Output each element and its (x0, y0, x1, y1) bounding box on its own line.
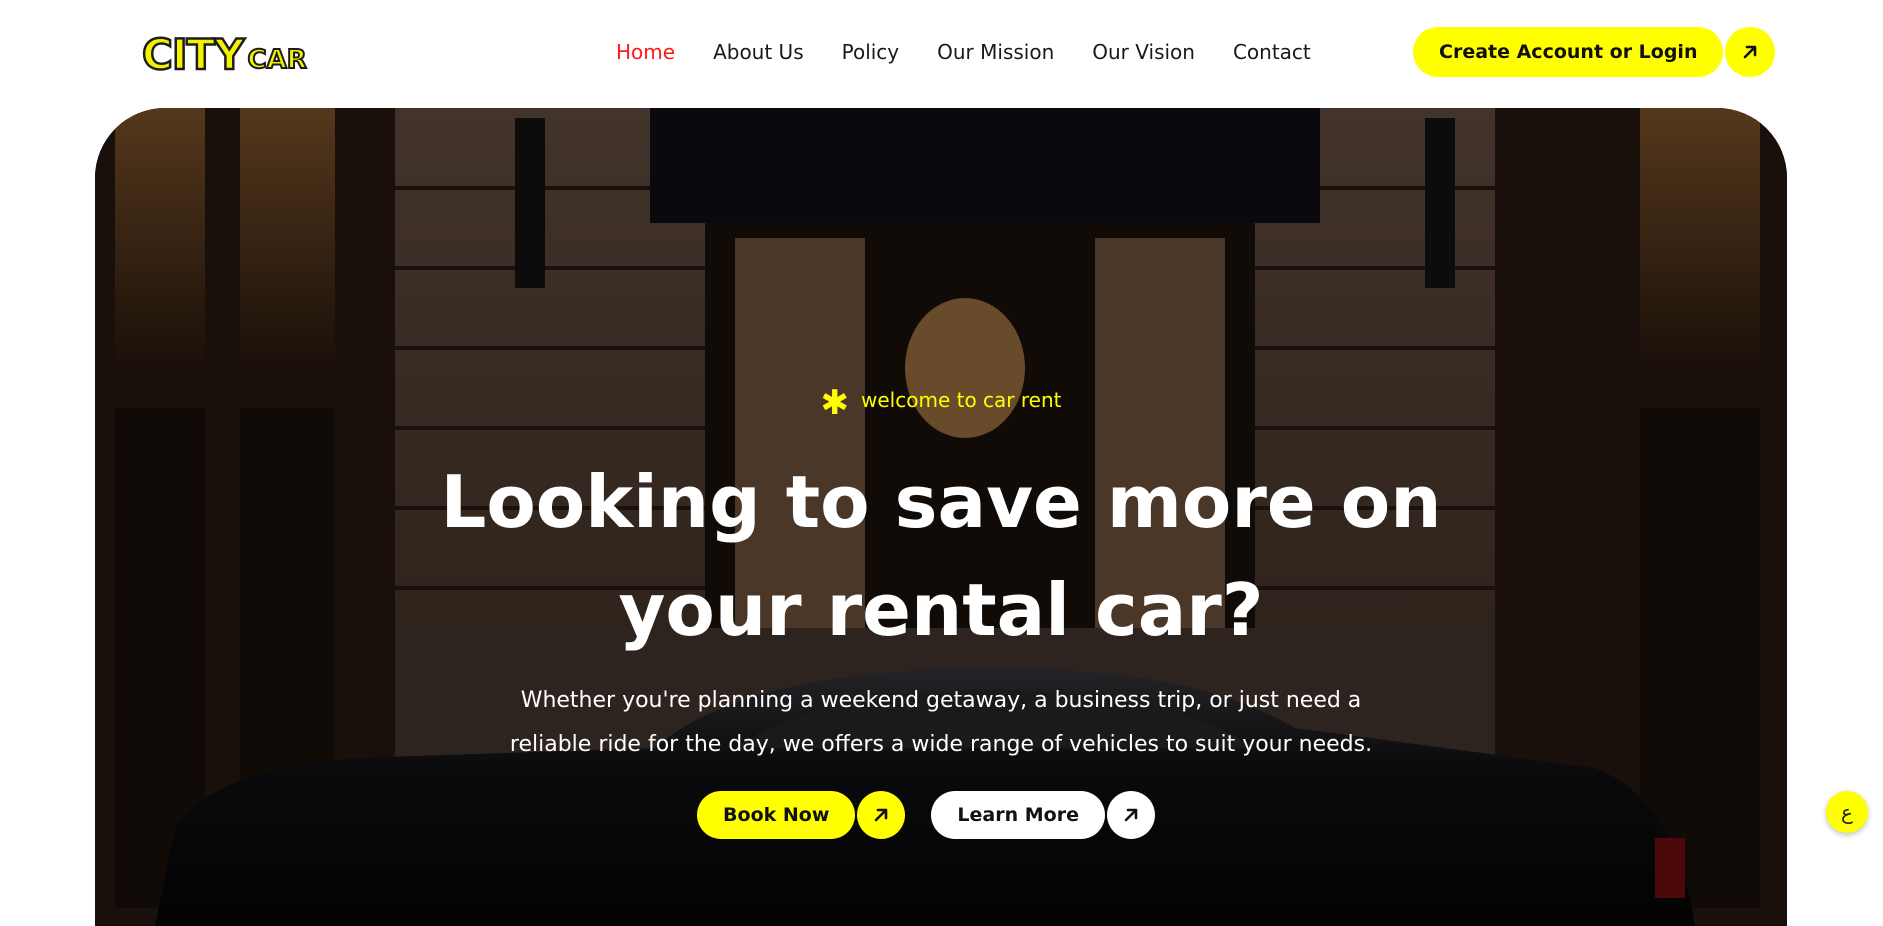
nav-item-our-vision[interactable]: Our Vision (1092, 38, 1195, 66)
logo-car-text: CAR (247, 44, 308, 76)
hero-eyebrow: ✱ welcome to car rent (95, 382, 1787, 423)
learn-more-group: Learn More (931, 791, 1155, 839)
hero-description: Whether you're planning a weekend getawa… (95, 679, 1787, 767)
hero-description-line-1: Whether you're planning a weekend getawa… (520, 688, 1362, 713)
create-account-login-button[interactable]: Create Account or Login (1413, 27, 1724, 77)
book-now-group: Book Now (697, 791, 906, 839)
arrow-up-right-icon[interactable] (1106, 791, 1155, 839)
hero-section: ✱ welcome to car rent Looking to save mo… (95, 108, 1787, 926)
main-nav: Home About Us Policy Our Mission Our Vis… (616, 38, 1311, 66)
hero-headline-line-2: your rental car? (618, 568, 1264, 652)
arrow-up-right-icon[interactable] (857, 791, 906, 839)
learn-more-button[interactable]: Learn More (931, 791, 1105, 839)
asterisk-icon: ✱ (820, 383, 850, 423)
language-toggle-button[interactable]: ع (1826, 791, 1868, 833)
book-now-button[interactable]: Book Now (697, 791, 856, 839)
hero-description-line-2: reliable ride for the day, we offers a w… (509, 732, 1373, 757)
hero-buttons: Book Now Learn More (95, 791, 1787, 839)
hero-headline-line-1: Looking to save more on (440, 460, 1442, 544)
arrow-up-right-icon[interactable] (1725, 27, 1776, 77)
nav-item-our-mission[interactable]: Our Mission (937, 38, 1054, 66)
brand-logo[interactable]: CITY CAR (141, 29, 308, 81)
nav-item-policy[interactable]: Policy (842, 38, 900, 66)
nav-item-home[interactable]: Home (616, 38, 675, 66)
nav-item-contact[interactable]: Contact (1233, 38, 1311, 66)
logo-city-text: CITY (141, 29, 246, 81)
hero-headline: Looking to save more on your rental car? (95, 448, 1787, 664)
hero-content: ✱ welcome to car rent Looking to save mo… (95, 108, 1787, 926)
account-login-cta: Create Account or Login (1413, 27, 1776, 77)
hero-eyebrow-text: welcome to car rent (861, 388, 1062, 412)
nav-item-about-us[interactable]: About Us (713, 38, 804, 66)
site-header: CITY CAR Home About Us Policy Our Missio… (0, 0, 1883, 108)
